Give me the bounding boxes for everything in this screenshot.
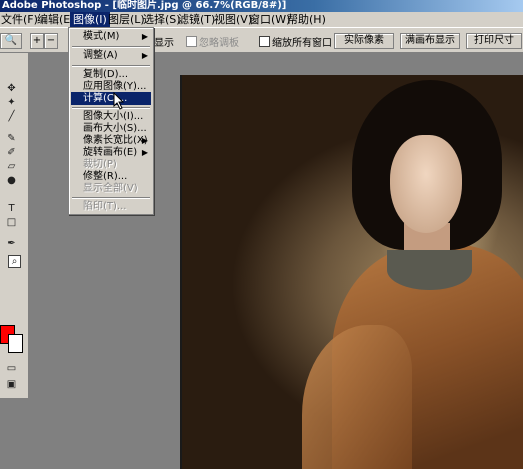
- history-brush-icon[interactable]: ✐: [6, 147, 17, 158]
- zoom-out-icon: −: [46, 35, 56, 46]
- menu-help[interactable]: 帮助(H): [284, 12, 329, 27]
- background-color-swatch[interactable]: [8, 334, 23, 353]
- move-tool-icon[interactable]: ✥: [6, 83, 17, 94]
- menu-separator: [72, 65, 150, 67]
- print-size-button[interactable]: 打印尺寸: [466, 33, 522, 49]
- submenu-arrow-icon: ▶: [141, 51, 148, 60]
- menu-reveal-all: 显示全部(V): [83, 183, 138, 194]
- menu-adjust[interactable]: 调整(A) ▶: [71, 49, 151, 62]
- photo-face: [390, 135, 462, 233]
- magnifier-icon: 🔍: [4, 35, 18, 46]
- zoom-in-icon: +: [32, 35, 42, 46]
- zoom-all-windows-checkbox[interactable]: [259, 36, 270, 47]
- magic-wand-icon[interactable]: ✦: [6, 97, 17, 108]
- ignore-palettes-checkbox[interactable]: [186, 36, 197, 47]
- menu-calculations[interactable]: 计算(C)...: [71, 92, 151, 105]
- eyedropper-icon[interactable]: ✒: [6, 238, 17, 249]
- title-bar: Adobe Photoshop - [临时图片.jpg @ 66.7%(RGB/…: [0, 0, 523, 12]
- blur-icon[interactable]: ●: [6, 175, 17, 186]
- type-tool-icon[interactable]: T: [6, 203, 17, 214]
- zoom-out-button[interactable]: −: [44, 33, 58, 49]
- toolbox: ✥ ✦ ╱ ✎ ✐ ▱ ● T □ ✒ ⌕ ▭ ▣: [0, 53, 29, 398]
- quick-mask-icon[interactable]: ▭: [6, 363, 17, 374]
- submenu-arrow-icon: ▶: [141, 32, 148, 41]
- photo-collar: [387, 250, 472, 290]
- menu-separator: [72, 46, 150, 48]
- menu-separator: [72, 107, 150, 109]
- menu-separator: [72, 197, 150, 199]
- menu-bar: 文件(F) 编辑(E) 图像(I) 图层(L) 选择(S) 滤镜(T) 视图(V…: [0, 12, 523, 28]
- zoom-all-windows-label: 缩放所有窗口: [272, 38, 332, 49]
- mouse-cursor-icon: [113, 92, 125, 110]
- menu-image[interactable]: 图像(I): [70, 12, 110, 27]
- window-title: Adobe Photoshop - [临时图片.jpg @ 66.7%(RGB/…: [2, 0, 287, 11]
- resize-window-label: 显示: [154, 38, 174, 49]
- zoom-in-button[interactable]: +: [30, 33, 44, 49]
- document-canvas[interactable]: [180, 75, 523, 469]
- screen-mode-icon[interactable]: ▣: [6, 379, 17, 390]
- actual-pixels-button[interactable]: 实际像素: [334, 33, 394, 49]
- menu-trap: 陷印(T)...: [83, 201, 127, 212]
- eraser-icon[interactable]: ▱: [6, 161, 17, 172]
- slice-icon[interactable]: ╱: [6, 111, 17, 122]
- image-menu-dropdown: 模式(M) ▶ 调整(A) ▶ 复制(D)... 应用图像(Y)... 计算(C).…: [68, 27, 154, 215]
- menu-mode[interactable]: 模式(M) ▶: [71, 30, 151, 43]
- fit-screen-button[interactable]: 满画布显示: [400, 33, 460, 49]
- zoom-tool-icon[interactable]: ⌕: [8, 255, 21, 268]
- ignore-palettes-label: 忽略调板: [199, 38, 239, 49]
- zoom-tool-preset[interactable]: 🔍: [0, 33, 22, 49]
- brush-icon[interactable]: ✎: [6, 133, 17, 144]
- shape-tool-icon[interactable]: □: [6, 217, 17, 228]
